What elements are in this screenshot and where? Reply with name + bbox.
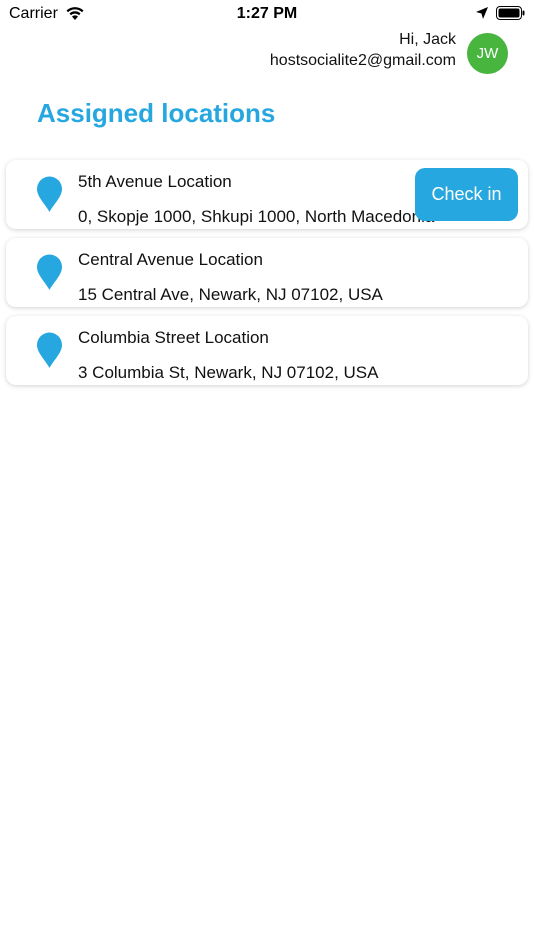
avatar[interactable]: JW — [467, 33, 508, 74]
location-address: 3 Columbia St, Newark, NJ 07102, USA — [78, 363, 379, 382]
location-list: 5th Avenue Location 0, Skopje 1000, Shku… — [6, 160, 528, 394]
avatar-initials: JW — [476, 45, 499, 62]
user-email: hostsocialite2@gmail.com — [269, 52, 456, 69]
check-in-button[interactable]: Check in — [415, 168, 518, 221]
clock: 1:27 PM — [236, 5, 298, 22]
status-bar: Carrier 1:27 PM — [0, 0, 534, 28]
app-screen: Carrier 1:27 PM Hi, Jack hostsocialite2@… — [0, 0, 534, 950]
location-card[interactable]: Columbia Street Location 3 Columbia St, … — [6, 316, 528, 385]
location-name: 5th Avenue Location — [78, 172, 232, 191]
page-title: Assigned locations — [37, 98, 276, 128]
location-card[interactable]: 5th Avenue Location 0, Skopje 1000, Shku… — [6, 160, 528, 229]
user-info: Hi, Jack hostsocialite2@gmail.com — [270, 30, 456, 72]
location-name: Columbia Street Location — [78, 328, 269, 347]
battery-icon — [496, 6, 525, 20]
location-address: 0, Skopje 1000, Shkupi 1000, North Maced… — [78, 207, 435, 226]
user-greeting: Hi, Jack — [399, 31, 456, 48]
location-arrow-icon — [476, 7, 488, 19]
map-pin-icon — [37, 332, 62, 368]
location-name: Central Avenue Location — [78, 250, 263, 269]
map-pin-icon — [37, 254, 62, 290]
map-pin-icon — [37, 176, 62, 212]
location-card[interactable]: Central Avenue Location 15 Central Ave, … — [6, 238, 528, 307]
location-address: 15 Central Ave, Newark, NJ 07102, USA — [78, 285, 383, 304]
